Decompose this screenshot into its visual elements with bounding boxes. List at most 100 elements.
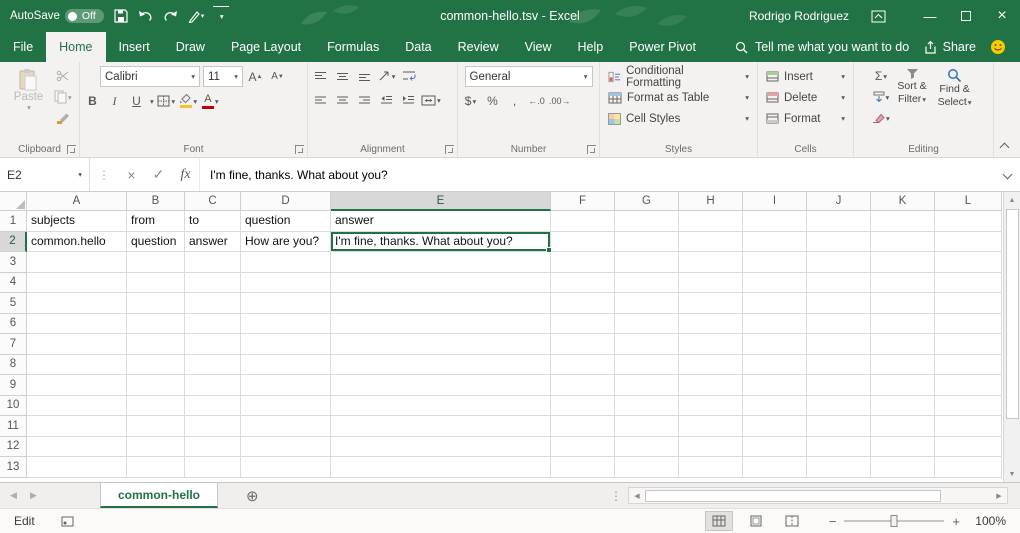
cell-G2[interactable] — [615, 232, 679, 253]
cell-L9[interactable] — [935, 375, 1002, 396]
cell-A8[interactable] — [27, 355, 127, 376]
cell-J3[interactable] — [807, 252, 871, 273]
cell-G8[interactable] — [615, 355, 679, 376]
vertical-scrollbar[interactable]: ▲ ▼ — [1003, 192, 1020, 482]
cell-D7[interactable] — [241, 334, 331, 355]
row-header-5[interactable]: 5 — [0, 293, 27, 314]
cell-L12[interactable] — [935, 437, 1002, 458]
copy-button[interactable]: ▾ — [53, 87, 72, 107]
underline-button[interactable]: U — [127, 91, 146, 111]
cell-B2[interactable]: question — [127, 232, 185, 253]
tab-insert[interactable]: Insert — [106, 32, 163, 62]
share-button[interactable]: Share — [910, 32, 990, 62]
row-header-9[interactable]: 9 — [0, 375, 27, 396]
format-as-table-button[interactable]: Format as Table▾ — [603, 87, 754, 108]
autosave-toggle[interactable]: Off — [65, 9, 104, 23]
cell-K6[interactable] — [871, 314, 935, 335]
row-header-4[interactable]: 4 — [0, 273, 27, 294]
horizontal-scroll-thumb[interactable] — [645, 490, 941, 502]
zoom-slider[interactable] — [844, 520, 944, 522]
new-sheet-button[interactable]: ⊕ — [246, 483, 259, 508]
cell-I13[interactable] — [743, 457, 807, 478]
column-header-E[interactable]: E — [331, 192, 551, 211]
ribbon-display-options-button[interactable] — [871, 10, 886, 23]
cell-D1[interactable]: question — [241, 211, 331, 232]
cell-C12[interactable] — [185, 437, 241, 458]
cell-G6[interactable] — [615, 314, 679, 335]
cell-H11[interactable] — [679, 416, 743, 437]
cell-J10[interactable] — [807, 396, 871, 417]
row-header-11[interactable]: 11 — [0, 416, 27, 437]
cell-C4[interactable] — [185, 273, 241, 294]
cell-A4[interactable] — [27, 273, 127, 294]
cell-L1[interactable] — [935, 211, 1002, 232]
cell-L11[interactable] — [935, 416, 1002, 437]
cell-L8[interactable] — [935, 355, 1002, 376]
horizontal-scrollbar[interactable]: ◀ ▶ — [628, 487, 1008, 504]
increase-decimal-button[interactable]: ←.0 — [527, 91, 546, 111]
cell-L6[interactable] — [935, 314, 1002, 335]
column-header-J[interactable]: J — [807, 192, 871, 211]
tell-me-box[interactable]: Tell me what you want to do — [735, 32, 909, 62]
macro-record-button[interactable] — [61, 516, 74, 527]
scroll-left-arrow[interactable]: ◀ — [629, 488, 645, 503]
cut-button[interactable] — [53, 66, 72, 86]
cell-A10[interactable] — [27, 396, 127, 417]
cell-C5[interactable] — [185, 293, 241, 314]
cell-F3[interactable] — [551, 252, 615, 273]
align-right-button[interactable] — [355, 90, 374, 110]
column-header-H[interactable]: H — [679, 192, 743, 211]
cell-A3[interactable] — [27, 252, 127, 273]
cell-I1[interactable] — [743, 211, 807, 232]
cell-G10[interactable] — [615, 396, 679, 417]
cell-C10[interactable] — [185, 396, 241, 417]
cell-K12[interactable] — [871, 437, 935, 458]
cell-K7[interactable] — [871, 334, 935, 355]
feedback-button[interactable] — [990, 32, 1020, 62]
cell-H4[interactable] — [679, 273, 743, 294]
cell-H8[interactable] — [679, 355, 743, 376]
cell-D8[interactable] — [241, 355, 331, 376]
cell-F2[interactable] — [551, 232, 615, 253]
align-top-button[interactable] — [311, 66, 330, 86]
increase-indent-button[interactable] — [399, 90, 418, 110]
cell-I10[interactable] — [743, 396, 807, 417]
cell-L2[interactable] — [935, 232, 1002, 253]
conditional-formatting-button[interactable]: Conditional Formatting▾ — [603, 66, 754, 87]
cell-I8[interactable] — [743, 355, 807, 376]
zoom-in-button[interactable]: + — [952, 514, 960, 529]
cell-J2[interactable] — [807, 232, 871, 253]
cell-H1[interactable] — [679, 211, 743, 232]
cell-F8[interactable] — [551, 355, 615, 376]
minimize-button[interactable]: — — [912, 0, 948, 32]
alignment-dialog-launcher[interactable] — [445, 145, 454, 154]
column-header-G[interactable]: G — [615, 192, 679, 211]
cell-I6[interactable] — [743, 314, 807, 335]
cell-D5[interactable] — [241, 293, 331, 314]
cell-H10[interactable] — [679, 396, 743, 417]
fill-handle[interactable] — [546, 247, 552, 253]
cell-B7[interactable] — [127, 334, 185, 355]
cell-styles-button[interactable]: Cell Styles▾ — [603, 108, 754, 129]
cell-A12[interactable] — [27, 437, 127, 458]
autosum-button[interactable]: Σ▾ — [871, 66, 890, 86]
cell-H7[interactable] — [679, 334, 743, 355]
page-break-view-button[interactable] — [779, 512, 805, 530]
format-painter-button[interactable] — [53, 108, 72, 128]
tab-draw[interactable]: Draw — [163, 32, 218, 62]
cell-K3[interactable] — [871, 252, 935, 273]
cell-I12[interactable] — [743, 437, 807, 458]
cell-G13[interactable] — [615, 457, 679, 478]
cell-G1[interactable] — [615, 211, 679, 232]
cell-E2[interactable]: I'm fine, thanks. What about you? — [331, 232, 551, 253]
row-header-10[interactable]: 10 — [0, 396, 27, 417]
sort-filter-button[interactable]: Sort & Filter▾ — [893, 66, 930, 107]
cell-H9[interactable] — [679, 375, 743, 396]
cell-B6[interactable] — [127, 314, 185, 335]
zoom-slider-thumb[interactable] — [891, 515, 898, 527]
cell-J13[interactable] — [807, 457, 871, 478]
formula-bar-resize-handle[interactable]: ⋮ — [90, 158, 118, 191]
fill-color-button[interactable]: ▾ — [179, 91, 198, 111]
cell-A11[interactable] — [27, 416, 127, 437]
cell-B10[interactable] — [127, 396, 185, 417]
